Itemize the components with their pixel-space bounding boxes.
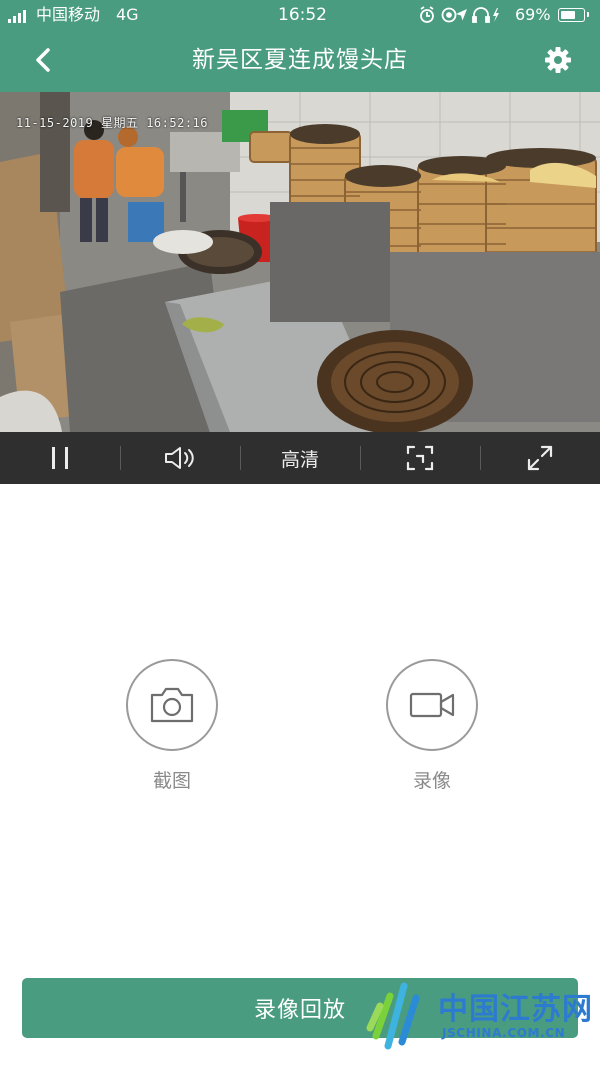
location-arrow-icon (456, 9, 467, 21)
kitchen-scene (0, 92, 600, 432)
page-title: 新吴区夏连成馒头店 (192, 47, 408, 73)
player-control-bar: 高清 (0, 432, 600, 484)
pause-icon (52, 447, 68, 469)
clock: 16:52 (278, 5, 327, 25)
record-button[interactable] (386, 659, 478, 751)
signal-icon (8, 9, 28, 23)
status-bar: 中国移动 4G 16:52 69% (0, 0, 600, 30)
watermark-text: 中国江苏网 (438, 992, 593, 1027)
video-camera-icon (409, 692, 455, 718)
fit-screen-button[interactable] (360, 432, 480, 484)
watermark-logo: 中国江苏网 JSCHINA.COM.CN (362, 976, 594, 1056)
screenshot-button[interactable] (126, 659, 218, 751)
network-type: 4G (116, 5, 139, 24)
battery-charging-bolt-icon (493, 8, 499, 22)
fullscreen-button[interactable] (480, 432, 600, 484)
video-timestamp: 11-15-2019 星期五 16:52:16 (16, 116, 208, 130)
quality-label: 高清 (280, 448, 319, 471)
chevron-left-icon[interactable] (28, 44, 60, 76)
camera-icon (150, 687, 194, 723)
volume-button[interactable] (120, 432, 240, 484)
app-header: 中国移动 4G 16:52 69% 新吴区夏连成馒头店 (0, 0, 600, 92)
expand-icon (527, 445, 553, 471)
battery-percent: 69% (515, 5, 551, 24)
record-label: 录像 (412, 770, 451, 792)
quality-button[interactable]: 高清 (240, 432, 360, 484)
gear-icon[interactable] (542, 44, 574, 76)
watermark-subtext: JSCHINA.COM.CN (442, 1026, 566, 1040)
alarm-icon (420, 6, 434, 23)
carrier-name: 中国移动 (36, 5, 101, 24)
camera-feed[interactable]: 11-15-2019 星期五 16:52:16 (0, 92, 600, 432)
status-icons (420, 6, 499, 23)
pause-button[interactable] (0, 432, 120, 484)
battery-icon (558, 8, 589, 22)
playback-label: 录像回放 (253, 998, 346, 1023)
speaker-icon (165, 447, 194, 469)
fit-screen-icon (406, 445, 434, 471)
screenshot-label: 截图 (152, 770, 191, 792)
location-lock-icon (441, 7, 457, 23)
headphones-icon (472, 7, 490, 23)
watermark-stripes-icon (366, 982, 420, 1050)
